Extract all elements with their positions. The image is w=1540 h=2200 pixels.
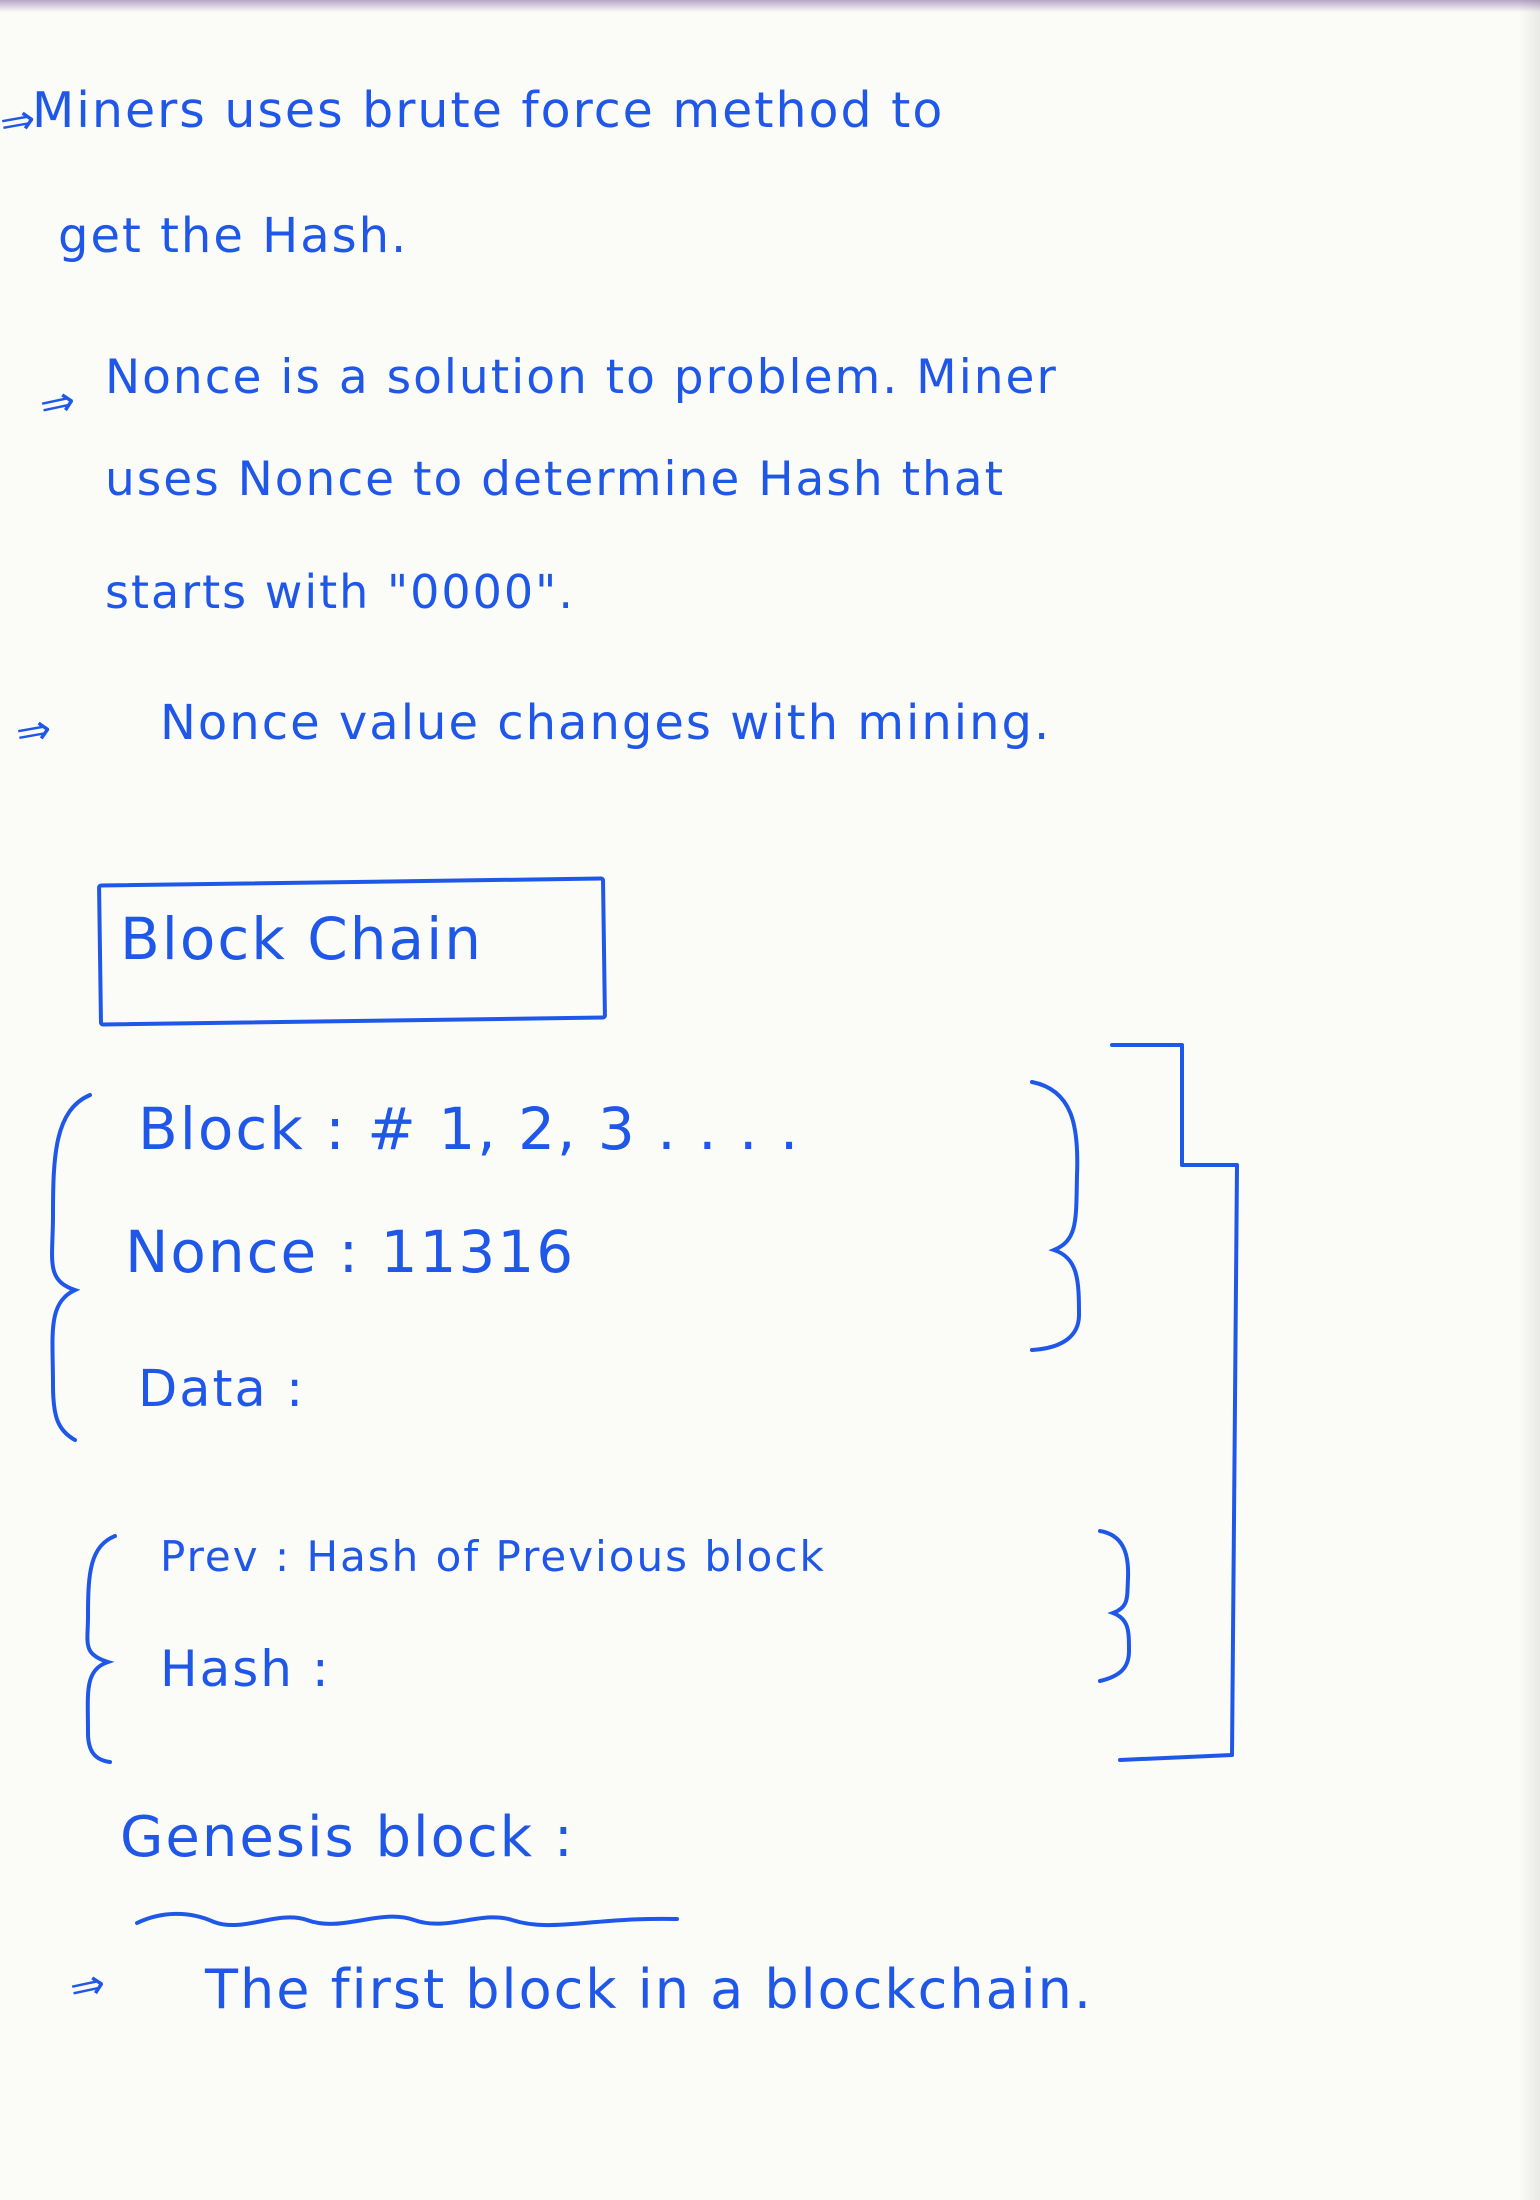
arrow-icon: ⇒ [11,703,56,758]
blockchain-title: Block Chain [120,905,483,973]
paper-shadow [1518,0,1540,2200]
underline-icon [135,1911,679,1928]
paper-top-edge [0,0,1540,12]
note-line-4: uses Nonce to determine Hash that [105,452,1006,507]
hash-line: Hash : [160,1640,331,1698]
note-line-6: Nonce value changes with mining. [160,695,1052,751]
note-line-2: get the Hash. [58,208,409,264]
handwritten-notes-page: ⇒ Miners uses brute force method to get … [0,0,1540,2200]
data-line: Data : [138,1360,306,1419]
arrow-icon: ⇒ [65,1957,110,2014]
prev-hash-line: Prev : Hash of Previous block [160,1532,826,1581]
note-line-1: Miners uses brute force method to [32,82,945,139]
brace-icon [1098,1529,1132,1683]
note-line-3: Nonce is a solution to problem. Miner [105,350,1058,405]
note-line-5: starts with "0000". [105,565,575,619]
genesis-definition: The first block in a blockchain. [205,1958,1094,2021]
nonce-line: Nonce : 11316 [125,1218,576,1286]
arrow-icon: ⇒ [35,374,80,431]
brace-icon [85,1534,117,1764]
brace-icon [1030,1080,1082,1352]
genesis-title: Genesis block : [120,1805,575,1870]
brace-icon [50,1093,92,1442]
block-number-line: Block : # 1, 2, 3 . . . . [138,1095,801,1163]
